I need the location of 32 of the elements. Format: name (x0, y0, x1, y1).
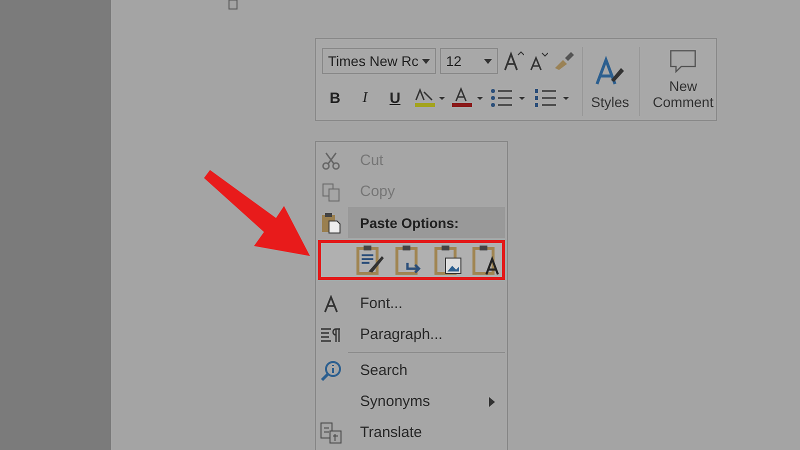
letter-a-icon (322, 294, 340, 312)
grow-font-icon[interactable] (502, 49, 524, 73)
menu-item[interactable]: Paragraph... (316, 319, 507, 350)
styles-button[interactable]: Styles (582, 47, 634, 116)
picture-paste-icon[interactable] (432, 243, 464, 277)
new-comment-button[interactable]: New Comment (639, 47, 722, 116)
copy-icon (321, 182, 341, 202)
paste-options-header: Paste Options: (348, 207, 505, 238)
format-button[interactable]: B (322, 90, 348, 106)
format-button[interactable]: U (382, 90, 408, 106)
scissors-icon (321, 150, 341, 170)
caret-icon (484, 58, 492, 64)
font-size-dropdown[interactable]: 12 (440, 48, 498, 74)
font-color-icon[interactable] (450, 86, 484, 110)
format-button[interactable]: I (352, 90, 378, 106)
menu-item[interactable]: Synonyms (316, 386, 507, 417)
translate-icon (320, 422, 342, 444)
ruler-marker-icon (228, 0, 238, 10)
search-icon (320, 360, 342, 382)
text-only-paste-icon[interactable] (471, 243, 502, 277)
menu-item[interactable]: Font... (316, 288, 507, 319)
highlight-icon[interactable] (412, 86, 446, 110)
paragraph-icon (320, 326, 342, 344)
bullet-list-icon[interactable] (488, 86, 528, 110)
font-name-dropdown[interactable]: Times New Rc (322, 48, 436, 74)
clipboard-icon (321, 212, 341, 234)
menu-item[interactable]: Translate (316, 417, 507, 448)
submenu-arrow-icon (489, 396, 495, 406)
keep-formatting-paste-icon[interactable] (355, 243, 386, 277)
caret-icon (422, 58, 430, 64)
menu-item[interactable]: Search (316, 355, 507, 386)
numbered-list-icon[interactable] (532, 86, 572, 110)
